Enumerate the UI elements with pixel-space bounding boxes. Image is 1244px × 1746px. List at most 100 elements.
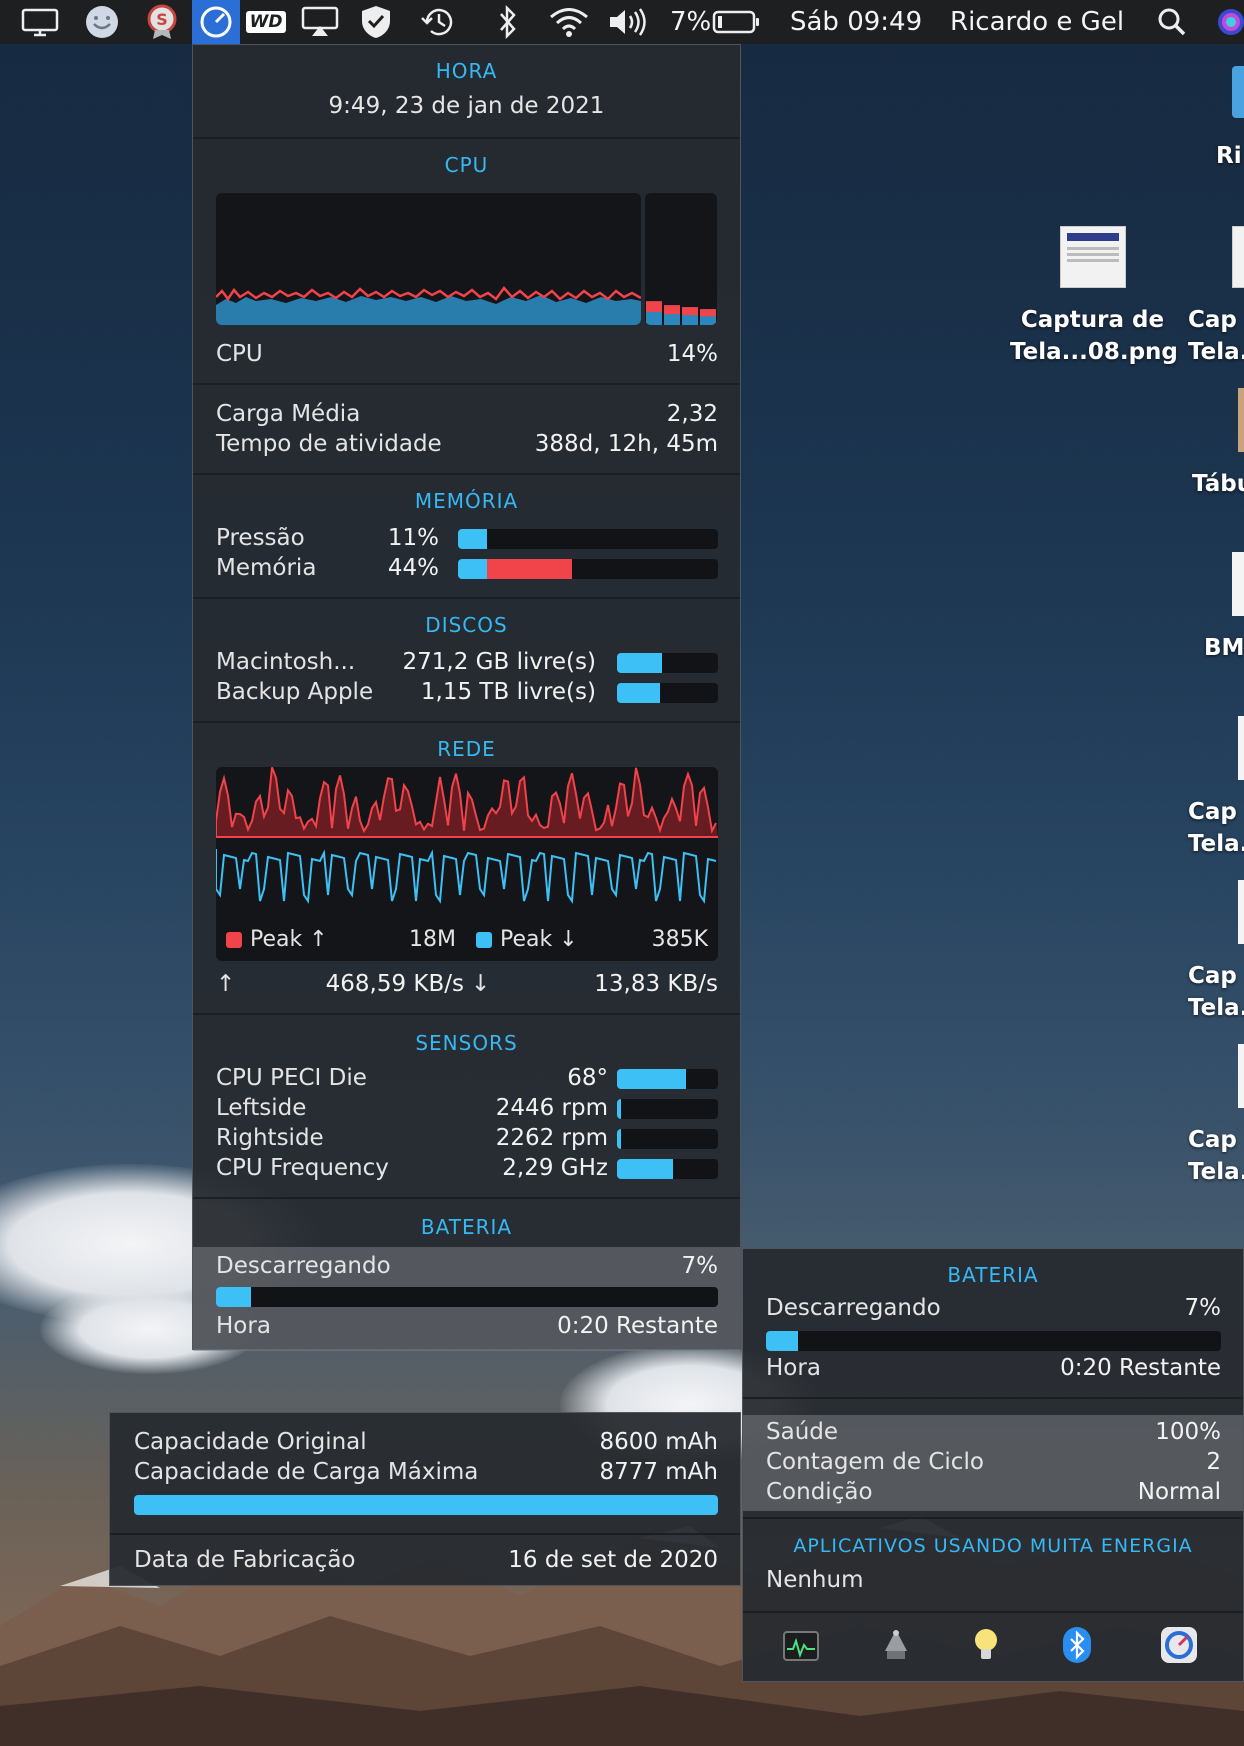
battery-level-bar — [766, 1331, 1221, 1351]
desktop-icon-label[interactable]: Captura de Tela...08.png — [1010, 304, 1178, 368]
condition-label: Condição — [766, 1479, 873, 1505]
desktop-icon-label[interactable]: Tábu — [1192, 468, 1244, 500]
cpu-core-system-bar — [646, 301, 662, 312]
cpu-core-system-bar — [682, 307, 698, 316]
menu-bar: S WD 7% Sáb 09:49 Ricardo e Gel — [0, 0, 1244, 44]
volume-icon[interactable] — [604, 0, 654, 44]
upload-arrow-icon: ↑ — [216, 971, 236, 997]
uptime-label: Tempo de atividade — [216, 431, 442, 457]
sensor-value: 2262 rpm — [495, 1125, 608, 1151]
sensor-label: CPU PECI Die — [216, 1065, 367, 1091]
energy-apps-value: Nenhum — [766, 1567, 864, 1593]
desktop-icon-label[interactable]: Cap Tela. — [1188, 304, 1244, 368]
manufacture-date-value: 16 de set de 2020 — [508, 1547, 718, 1573]
desktop-icon-label[interactable]: Cap Tela. — [1188, 796, 1244, 860]
wd-icon[interactable]: WD — [244, 0, 288, 44]
sensor-value: 2,29 GHz — [502, 1155, 608, 1181]
activity-monitor-icon[interactable] — [783, 1631, 819, 1665]
desktop-icon-label[interactable]: BM — [1204, 632, 1244, 664]
document-thumbnail[interactable] — [1238, 388, 1244, 452]
bluetooth-app-icon[interactable] — [1063, 1627, 1091, 1667]
sensor-bar — [617, 1159, 718, 1179]
battery-time-value: 0:20 Restante — [1060, 1355, 1221, 1381]
shield-icon[interactable] — [354, 0, 398, 44]
istat-menu-panel: HORA 9:49, 23 de jan de 2021 CPU CPU 14%… — [192, 44, 741, 1351]
battery-level-fill — [766, 1331, 798, 1351]
download-rate: 13,83 KB/s — [594, 971, 718, 997]
download-legend-swatch — [476, 932, 492, 948]
cpu-core-system-bar — [700, 309, 716, 317]
disk-name: Backup Apple — [216, 679, 374, 705]
peak-upload-label: Peak ↑ — [250, 927, 328, 952]
badge-icon[interactable]: S — [140, 0, 184, 44]
desktop-icon-label[interactable]: Cap Tela. — [1188, 1124, 1244, 1188]
divider — [743, 1517, 1243, 1519]
max-capacity-label: Capacidade de Carga Máxima — [134, 1459, 479, 1485]
time-machine-icon[interactable] — [416, 0, 460, 44]
desktop-icon-label[interactable]: Ri — [1216, 140, 1242, 172]
max-capacity-value: 8777 mAh — [599, 1459, 718, 1485]
screenshot-thumbnail[interactable] — [1060, 226, 1126, 288]
cpu-history-graph[interactable] — [216, 193, 641, 325]
section-title-disks: DISCOS — [425, 613, 508, 637]
sensor-fill — [617, 1099, 622, 1119]
battery-percent[interactable]: 7% — [670, 0, 711, 44]
screenshot-thumbnail[interactable] — [1232, 226, 1244, 288]
face-icon[interactable] — [80, 0, 124, 44]
memory-wired-fill — [486, 559, 573, 579]
bluetooth-icon[interactable] — [488, 0, 528, 44]
section-title-sensors: SENSORS — [415, 1031, 518, 1055]
screenshot-thumbnail[interactable] — [1238, 1044, 1244, 1108]
section-title-battery-submenu: BATERIA — [947, 1263, 1039, 1287]
divider — [193, 721, 740, 723]
load-average-label: Carga Média — [216, 401, 361, 427]
cycle-count-value: 2 — [1206, 1449, 1221, 1475]
peak-upload-value: 18M — [409, 927, 456, 952]
display-icon[interactable] — [18, 0, 62, 44]
network-history-graph[interactable]: Peak ↑ 18M Peak ↓ 385K — [216, 767, 718, 961]
current-datetime: 9:49, 23 de jan de 2021 — [328, 93, 605, 119]
search-icon[interactable] — [1152, 0, 1192, 44]
desktop-folder-icon[interactable] — [1232, 66, 1244, 118]
system-info-icon[interactable] — [879, 1627, 913, 1667]
manufacture-date-label: Data de Fabricação — [134, 1547, 356, 1573]
disk-free-space: 271,2 GB livre(s) — [402, 649, 597, 675]
bulb-icon[interactable] — [973, 1627, 999, 1667]
section-title-cpu: CPU — [444, 153, 489, 177]
battery-health-hover-row[interactable]: Saúde 100% Contagem de Ciclo 2 Condição … — [743, 1415, 1243, 1511]
divider — [193, 137, 740, 139]
wifi-icon[interactable] — [544, 0, 594, 44]
disk-usage-bar — [617, 683, 718, 703]
battery-level-bar — [216, 1287, 718, 1307]
section-title-memory: MEMÓRIA — [414, 489, 519, 513]
screenshot-thumbnail[interactable] — [1238, 880, 1244, 944]
sensor-label: CPU Frequency — [216, 1155, 389, 1181]
desktop-icon-label[interactable]: Cap Tela. — [1188, 960, 1244, 1024]
cpu-value: 14% — [666, 341, 718, 367]
sensor-bar — [617, 1069, 718, 1089]
airplay-icon[interactable] — [298, 0, 342, 44]
battery-health-label: Saúde — [766, 1419, 839, 1445]
battery-percent-value: 7% — [681, 1253, 719, 1279]
memory-pressure-value: 11% — [387, 525, 439, 551]
sensor-bar — [617, 1129, 718, 1149]
istat-icon[interactable] — [192, 0, 240, 44]
sensor-fill — [617, 1129, 622, 1149]
divider — [193, 473, 740, 475]
battery-time-label: Hora — [766, 1355, 821, 1381]
menubar-user[interactable]: Ricardo e Gel — [950, 0, 1124, 44]
screenshot-thumbnail[interactable] — [1238, 716, 1244, 780]
condition-value: Normal — [1137, 1479, 1221, 1505]
document-thumbnail[interactable] — [1232, 552, 1244, 616]
battery-icon[interactable] — [710, 0, 762, 44]
istat-app-icon[interactable] — [1161, 1627, 1197, 1667]
cpu-core-bars[interactable] — [645, 193, 717, 325]
siri-icon[interactable] — [1216, 0, 1244, 44]
battery-hover-row[interactable]: Descarregando 7% Hora 0:20 Restante — [193, 1247, 740, 1351]
divider — [193, 383, 740, 385]
memory-usage-label: Memória — [216, 555, 317, 581]
sensor-bar — [617, 1099, 718, 1119]
menubar-clock[interactable]: Sáb 09:49 — [790, 0, 922, 44]
upload-rate: 468,59 KB/s — [325, 971, 464, 997]
max-capacity-fill — [134, 1495, 718, 1515]
